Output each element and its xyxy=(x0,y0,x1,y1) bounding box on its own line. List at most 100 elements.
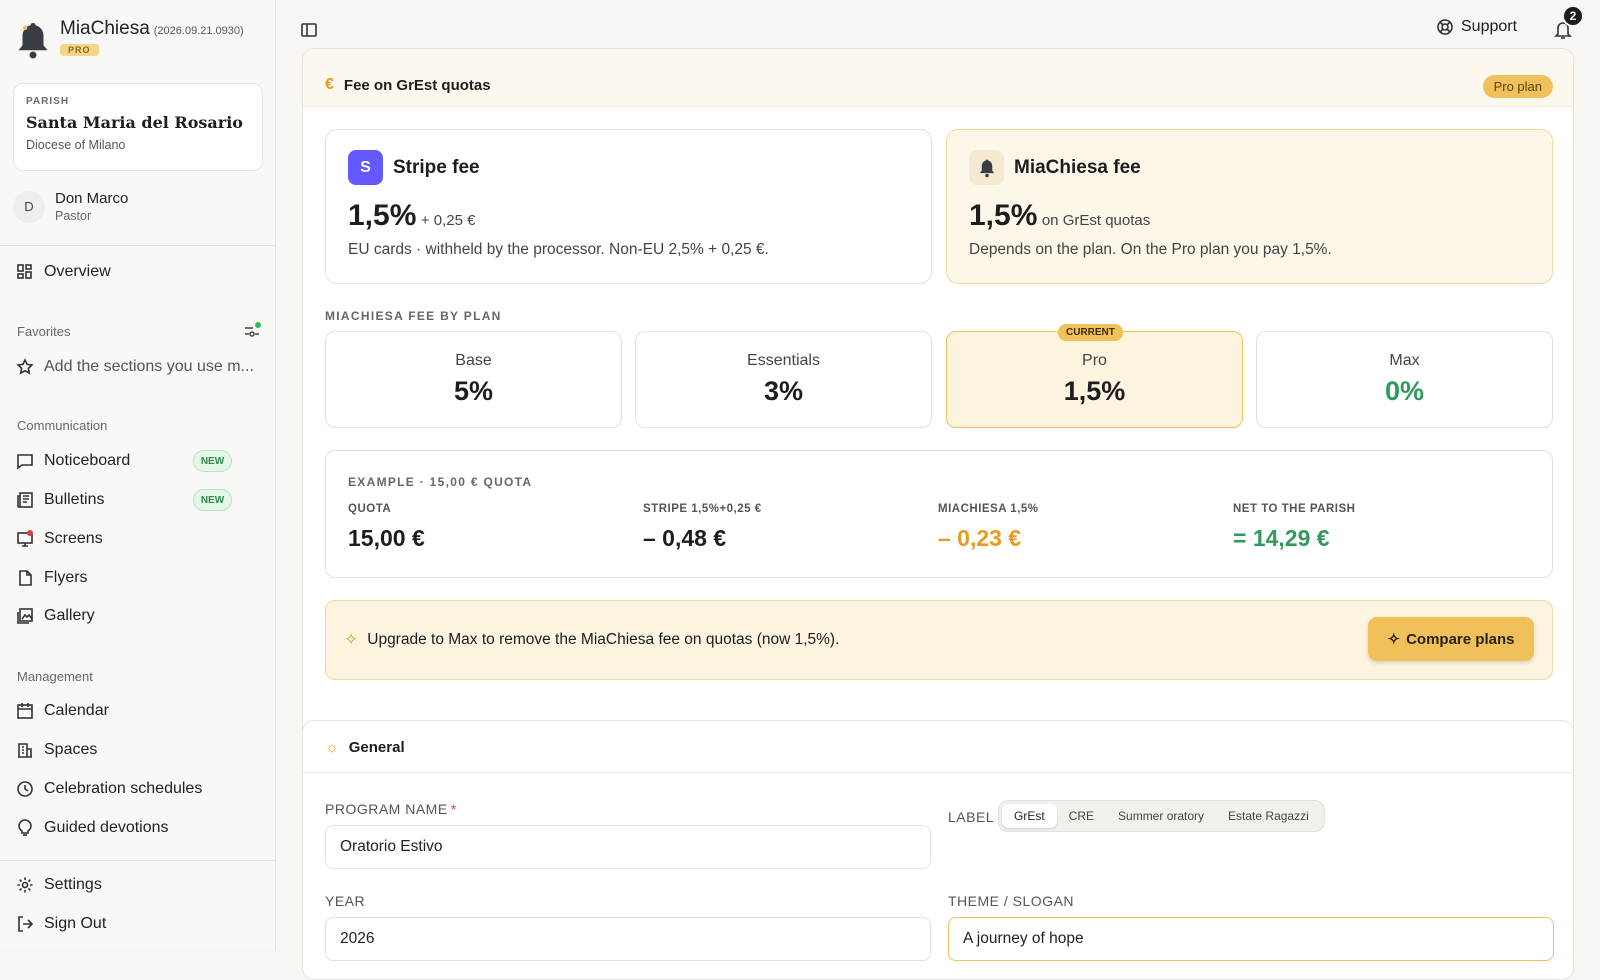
favorites-settings-icon[interactable] xyxy=(243,322,261,345)
sidebar-item-label: Guided devotions xyxy=(44,819,169,836)
sidebar-item-spaces[interactable]: Spaces xyxy=(16,737,97,763)
stripe-fee-extra: + 0,25 € xyxy=(420,212,476,229)
favorites-title: Favorites xyxy=(17,324,71,339)
support-label: Support xyxy=(1461,18,1518,35)
message-icon xyxy=(17,454,33,470)
brand[interactable]: MiaChiesa (2026.09.21.0930) PRO xyxy=(16,18,244,62)
management-title: Management xyxy=(17,669,93,684)
sidebar-item-label: Gallery xyxy=(44,607,95,624)
sidebar-item-label: Calendar xyxy=(44,702,109,719)
theme-input[interactable]: A journey of hope xyxy=(948,917,1554,961)
general-title: General xyxy=(348,739,405,756)
clock-icon xyxy=(17,781,33,797)
stripe-fee-desc: EU cards · withheld by the processor. No… xyxy=(348,241,769,258)
example-value: 15,00 € xyxy=(348,525,425,551)
example-stripe: STRIPE 1,5%+0,25 € – 0,48 € xyxy=(643,503,762,552)
program-name-input[interactable]: Oratorio Estivo xyxy=(325,825,931,869)
example-net: NET TO THE PARISH = 14,29 € xyxy=(1233,503,1355,552)
sidebar-item-screens[interactable]: Screens xyxy=(16,526,103,552)
sidebar-item-overview[interactable]: Overview xyxy=(16,259,111,285)
sidebar-item-label: Noticeboard xyxy=(44,452,131,469)
gear-icon xyxy=(17,877,33,893)
euro-icon: € xyxy=(325,76,334,93)
file-icon xyxy=(19,570,32,586)
grid-icon xyxy=(17,264,32,279)
support-button[interactable]: Support xyxy=(1436,18,1517,36)
compare-plans-button[interactable]: ✧ Compare plans xyxy=(1368,617,1534,661)
stripe-fee-value: 1,5% xyxy=(348,199,417,232)
plan-tag: PRO xyxy=(60,44,99,56)
sidebar-toggle-icon[interactable] xyxy=(300,21,318,44)
fee-section-title: Fee on GrEst quotas xyxy=(343,76,491,94)
new-badge: NEW xyxy=(193,450,232,472)
plan-name: Pro xyxy=(1082,352,1107,369)
sidebar-item-signout[interactable]: Sign Out xyxy=(16,911,106,937)
stripe-fee-card: S Stripe fee 1,5% + 0,25 € EU cards · wi… xyxy=(325,129,932,284)
user-role: Pastor xyxy=(55,209,92,223)
stripe-logo-icon: S xyxy=(348,150,383,185)
sun-icon: ☼ xyxy=(325,739,339,756)
label-option-grest[interactable]: GrEst xyxy=(1002,804,1057,828)
plan-value: 3% xyxy=(763,376,804,406)
miachiesa-fee-desc: Depends on the plan. On the Pro plan you… xyxy=(969,241,1332,258)
example-miachiesa: MIACHIESA 1,5% – 0,23 € xyxy=(938,503,1039,552)
sidebar-item-flyers[interactable]: Flyers xyxy=(16,565,88,591)
sparkles-icon: ✧ xyxy=(1387,631,1401,648)
user-profile[interactable]: D Don Marco Pastor xyxy=(13,190,128,223)
label-option-summer-oratory[interactable]: Summer oratory xyxy=(1106,804,1216,828)
theme-label: THEME / SLOGAN xyxy=(948,893,1075,909)
year-input[interactable]: 2026 xyxy=(325,917,931,961)
miachiesa-fee-card: MiaChiesa fee 1,5% on GrEst quotas Depen… xyxy=(946,129,1553,284)
user-name: Don Marco xyxy=(55,190,129,207)
sidebar-item-label: Sign Out xyxy=(44,915,107,932)
sidebar-item-settings[interactable]: Settings xyxy=(16,872,102,898)
parish-switcher[interactable]: PARISH Santa Maria del Rosario Diocese o… xyxy=(13,83,263,171)
notification-count-badge: 2 xyxy=(1562,5,1584,27)
plan-name: Essentials xyxy=(747,352,820,369)
fee-section: € Fee on GrEst quotas Pro plan S Stripe … xyxy=(302,48,1574,761)
new-badge: NEW xyxy=(193,489,232,511)
label-option-cre[interactable]: CRE xyxy=(1057,804,1106,828)
plan-card-pro: CURRENT Pro 1,5% xyxy=(946,324,1243,428)
plan-name: Max xyxy=(1389,352,1420,369)
program-name-label: PROGRAM NAME * xyxy=(325,801,457,817)
label-segmented-control: GrEst CRE Summer oratory Estate Ragazzi xyxy=(998,800,1325,832)
star-icon xyxy=(16,358,34,375)
sidebar-item-gallery[interactable]: Gallery xyxy=(16,603,95,629)
sidebar-item-label: Settings xyxy=(44,876,102,893)
miachiesa-fee-extra: on GrEst quotas xyxy=(1041,212,1151,229)
sidebar-item-noticeboard[interactable]: Noticeboard xyxy=(16,448,130,474)
label-field-label: LABEL xyxy=(948,809,995,825)
plan-value: 5% xyxy=(453,376,494,406)
logout-icon xyxy=(18,916,34,932)
monitor-icon xyxy=(17,530,33,547)
sidebar-item-bulletins[interactable]: Bulletins xyxy=(16,487,104,513)
bell-logo-icon xyxy=(16,18,50,62)
app-version: (2026.09.21.0930) xyxy=(153,25,244,37)
plan-card-base: Base 5% xyxy=(325,331,622,428)
notifications-button[interactable]: 2 xyxy=(1554,5,1584,45)
communication-title: Communication xyxy=(17,418,108,433)
plan-card-essentials: Essentials 3% xyxy=(635,331,932,428)
general-header: ☼ General xyxy=(325,739,405,756)
parish-name: Santa Maria del Rosario xyxy=(26,113,243,132)
sidebar-item-label: Overview xyxy=(44,263,111,280)
year-label: YEAR xyxy=(325,893,366,909)
sparkles-icon: ✧ xyxy=(344,630,359,649)
app-name: MiaChiesa xyxy=(60,18,150,39)
example-box: EXAMPLE · 15,00 € QUOTA QUOTA 15,00 € ST… xyxy=(325,450,1553,578)
sidebar-item-celebration[interactable]: Celebration schedules xyxy=(16,776,202,802)
parish-label: PARISH xyxy=(26,96,70,107)
stripe-fee-title: Stripe fee xyxy=(393,156,480,178)
favorites-hint-text: Add the sections you use m... xyxy=(44,358,254,375)
compare-plans-label: Compare plans xyxy=(1406,630,1515,648)
newspaper-icon xyxy=(17,492,33,508)
fee-section-header: € Fee on GrEst quotas xyxy=(325,76,491,94)
example-title: EXAMPLE · 15,00 € QUOTA xyxy=(348,475,533,489)
sidebar-item-calendar[interactable]: Calendar xyxy=(16,698,109,724)
plan-pill: Pro plan xyxy=(1482,75,1553,98)
label-option-estate-ragazzi[interactable]: Estate Ragazzi xyxy=(1216,804,1321,828)
sidebar-item-devotions[interactable]: Guided devotions xyxy=(16,815,169,841)
example-quota: QUOTA 15,00 € xyxy=(348,503,425,552)
favorites-hint[interactable]: Add the sections you use m... xyxy=(16,354,254,380)
